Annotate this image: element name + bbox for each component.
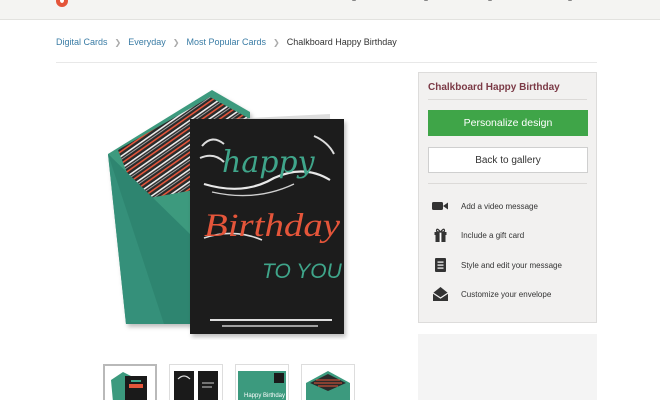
feature-customize-envelope[interactable]: Customize your envelope <box>432 286 551 302</box>
breadcrumb: Digital Cards ❯ Everyday ❯ Most Popular … <box>56 36 397 48</box>
panel-title: Chalkboard Happy Birthday <box>428 82 560 93</box>
personalize-design-button[interactable]: Personalize design <box>428 110 588 136</box>
card-text-to-you: TO YOU <box>262 260 343 283</box>
feature-label: Customize your envelope <box>461 289 552 299</box>
gift-icon <box>432 227 448 243</box>
feature-video-message[interactable]: Add a video message <box>432 198 538 214</box>
feature-label: Style and edit your message <box>461 260 562 270</box>
chevron-right-icon: ❯ <box>172 37 180 47</box>
thumbnail-strip: Happy Birthday <box>103 364 355 400</box>
feature-label: Include a gift card <box>461 230 525 240</box>
thumbnail-video[interactable]: Happy Birthday <box>235 364 289 400</box>
ad-placeholder <box>418 334 597 400</box>
thumbnail-envelope[interactable] <box>301 364 355 400</box>
divider <box>428 99 587 100</box>
video-camera-icon <box>432 198 448 214</box>
design-panel: Chalkboard Happy Birthday Personalize de… <box>418 72 597 323</box>
divider <box>428 183 587 184</box>
feature-style-message[interactable]: Style and edit your message <box>432 257 562 273</box>
card-text-birthday: Birthday <box>204 208 340 244</box>
feature-gift-card[interactable]: Include a gift card <box>432 227 524 243</box>
site-logo[interactable] <box>56 0 68 7</box>
thumbnail-inside[interactable] <box>169 364 223 400</box>
document-icon <box>432 257 448 273</box>
chevron-right-icon: ❯ <box>273 37 280 47</box>
card-text-happy: happy <box>222 145 316 180</box>
breadcrumb-link-most-popular[interactable]: Most Popular Cards <box>186 37 266 47</box>
divider <box>56 62 597 63</box>
nav-item-fragment[interactable] <box>352 0 356 1</box>
feature-label: Add a video message <box>461 201 538 211</box>
nav-item-fragment[interactable] <box>424 0 428 1</box>
nav-item-fragment[interactable] <box>568 0 572 1</box>
card-preview: happy Birthday TO YOU <box>104 88 350 340</box>
nav-item-fragment[interactable] <box>488 0 492 1</box>
breadcrumb-current: Chalkboard Happy Birthday <box>286 37 397 47</box>
envelope-icon <box>432 286 448 302</box>
breadcrumb-link-everyday[interactable]: Everyday <box>128 37 166 47</box>
thumbnail-front[interactable] <box>103 364 157 400</box>
breadcrumb-link-digital-cards[interactable]: Digital Cards <box>56 37 108 47</box>
back-to-gallery-button[interactable]: Back to gallery <box>428 147 588 173</box>
chevron-right-icon: ❯ <box>114 37 122 47</box>
thumbnail-caption: Happy Birthday <box>244 393 285 399</box>
card-illustration: happy Birthday TO YOU <box>108 90 344 334</box>
top-header <box>0 0 660 20</box>
